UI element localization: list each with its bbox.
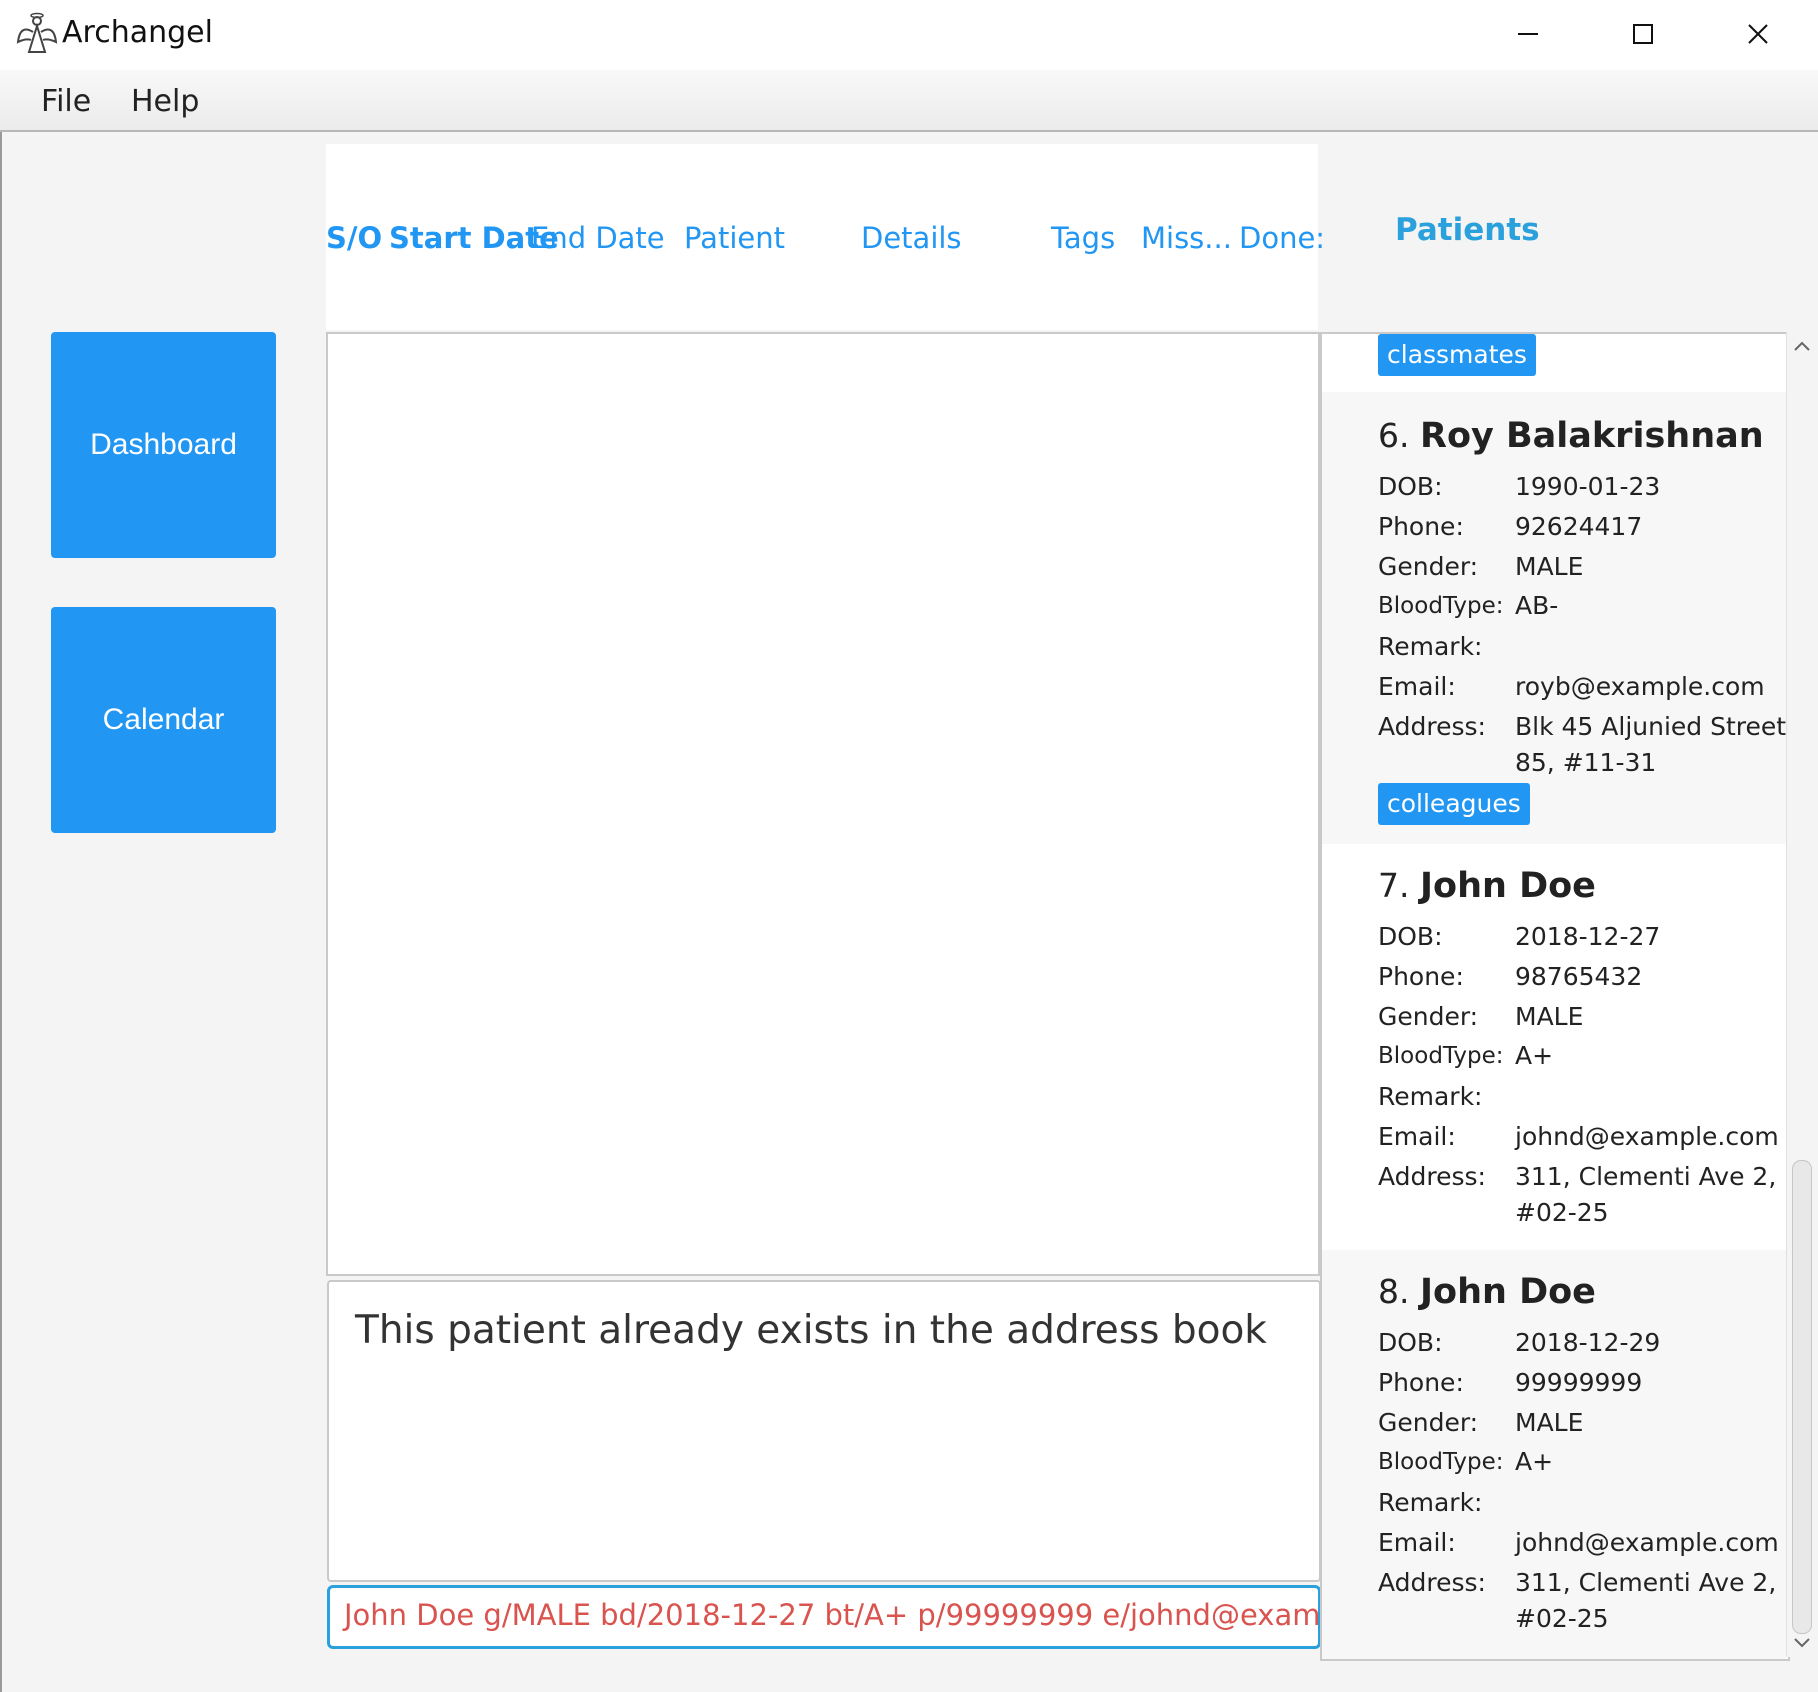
angel-icon [16,12,58,53]
minimize-icon [1518,33,1538,35]
patient-card[interactable]: 6. Roy Balakrishnan DOB: 1990-01-23 Phon… [1322,392,1786,844]
patient-name: John Doe [1420,1272,1596,1312]
menu-help[interactable]: Help [131,84,199,119]
column-header-so[interactable]: S/O [326,221,382,255]
maximize-icon [1633,24,1653,44]
phone-value: 98765432 [1515,962,1643,991]
column-header-done[interactable]: Done: [1239,221,1325,255]
patient-index: 6. [1378,416,1410,455]
dob-value: 2018-12-29 [1515,1328,1661,1357]
patient-card-partial[interactable]: classmates [1322,334,1786,392]
gender-label: Gender: [1378,1408,1479,1437]
bloodtype-value: AB- [1515,591,1559,620]
patients-title: Patients [1395,212,1540,248]
gender-value: MALE [1515,552,1584,581]
gender-label: Gender: [1378,552,1479,581]
bloodtype-value: A+ [1515,1041,1554,1070]
phone-label: Phone: [1378,962,1464,991]
address-line-1: Blk 45 Aljunied Street [1515,712,1787,741]
patient-tag: classmates [1378,334,1536,376]
column-header-patient[interactable]: Patient [684,221,785,255]
title-bar: Archangel [0,0,1818,70]
menu-file[interactable]: File [41,84,91,119]
address-label: Address: [1378,1162,1486,1191]
email-value: johnd@example.com [1515,1122,1779,1151]
bloodtype-label: BloodType: [1378,1043,1504,1069]
command-text: John Doe g/MALE bd/2018-12-27 bt/A+ p/99… [344,1598,1321,1632]
gender-label: Gender: [1378,1002,1479,1031]
patient-card[interactable]: 8. John Doe DOB: 2018-12-29 Phone: 99999… [1322,1250,1786,1659]
column-header-missed[interactable]: Miss... [1141,221,1232,255]
column-header-tags[interactable]: Tags [1051,221,1115,255]
gender-value: MALE [1515,1408,1584,1437]
patient-card[interactable]: 7. John Doe DOB: 2018-12-27 Phone: 98765… [1322,844,1786,1250]
dashboard-button[interactable]: Dashboard [51,332,276,558]
gender-value: MALE [1515,1002,1584,1031]
minimize-button[interactable] [1493,10,1563,58]
email-value: royb@example.com [1515,672,1765,701]
close-icon [1748,24,1768,44]
close-button[interactable] [1723,10,1793,58]
address-label: Address: [1378,1568,1486,1597]
command-input[interactable]: John Doe g/MALE bd/2018-12-27 bt/A+ p/99… [327,1585,1321,1649]
address-line-2: #02-25 [1515,1604,1609,1633]
patient-index: 8. [1378,1272,1410,1311]
appointment-table-header: S/O Start Date End Date Patient Details … [326,144,1325,330]
phone-value: 99999999 [1515,1368,1643,1397]
bloodtype-value: A+ [1515,1447,1554,1476]
result-display[interactable]: This patient already exists in the addre… [327,1280,1321,1582]
result-message: This patient already exists in the addre… [355,1308,1267,1353]
column-header-end-date[interactable]: End Date [531,221,665,255]
scroll-up-icon[interactable] [1793,340,1811,352]
remark-label: Remark: [1378,1488,1483,1517]
patient-list-scrollbar[interactable] [1786,332,1817,1657]
email-value: johnd@example.com [1515,1528,1779,1557]
address-line-2: #02-25 [1515,1198,1609,1227]
phone-label: Phone: [1378,512,1464,541]
dob-label: DOB: [1378,1328,1443,1357]
phone-value: 92624417 [1515,512,1643,541]
patient-title: 6. Roy Balakrishnan [1378,416,1764,456]
appointment-table[interactable] [326,332,1320,1276]
patient-title: 7. John Doe [1378,866,1596,906]
patient-list[interactable]: classmates 6. Roy Balakrishnan DOB: 1990… [1320,332,1790,1661]
bloodtype-label: BloodType: [1378,1449,1504,1475]
patient-tag: colleagues [1378,783,1530,825]
email-label: Email: [1378,1528,1456,1557]
remark-label: Remark: [1378,632,1483,661]
column-header-details[interactable]: Details [861,221,962,255]
dob-value: 2018-12-27 [1515,922,1661,951]
patient-name: John Doe [1420,866,1596,906]
address-label: Address: [1378,712,1486,741]
address-line-1: 311, Clementi Ave 2, [1515,1162,1777,1191]
scrollbar-thumb[interactable] [1792,1160,1812,1634]
email-label: Email: [1378,1122,1456,1151]
dob-value: 1990-01-23 [1515,472,1661,501]
address-line-1: 311, Clementi Ave 2, [1515,1568,1777,1597]
phone-label: Phone: [1378,1368,1464,1397]
email-label: Email: [1378,672,1456,701]
calendar-button[interactable]: Calendar [51,607,276,833]
bloodtype-label: BloodType: [1378,593,1504,619]
app-title: Archangel [62,15,213,50]
address-line-2: 85, #11-31 [1515,748,1657,777]
window-border [0,132,2,1692]
menu-bar: File Help [0,70,1818,132]
patient-title: 8. John Doe [1378,1272,1596,1312]
dob-label: DOB: [1378,922,1443,951]
remark-label: Remark: [1378,1082,1483,1111]
patient-name: Roy Balakrishnan [1420,416,1764,456]
dob-label: DOB: [1378,472,1443,501]
maximize-button[interactable] [1608,10,1678,58]
scroll-down-icon[interactable] [1793,1637,1811,1649]
patient-index: 7. [1378,866,1410,905]
